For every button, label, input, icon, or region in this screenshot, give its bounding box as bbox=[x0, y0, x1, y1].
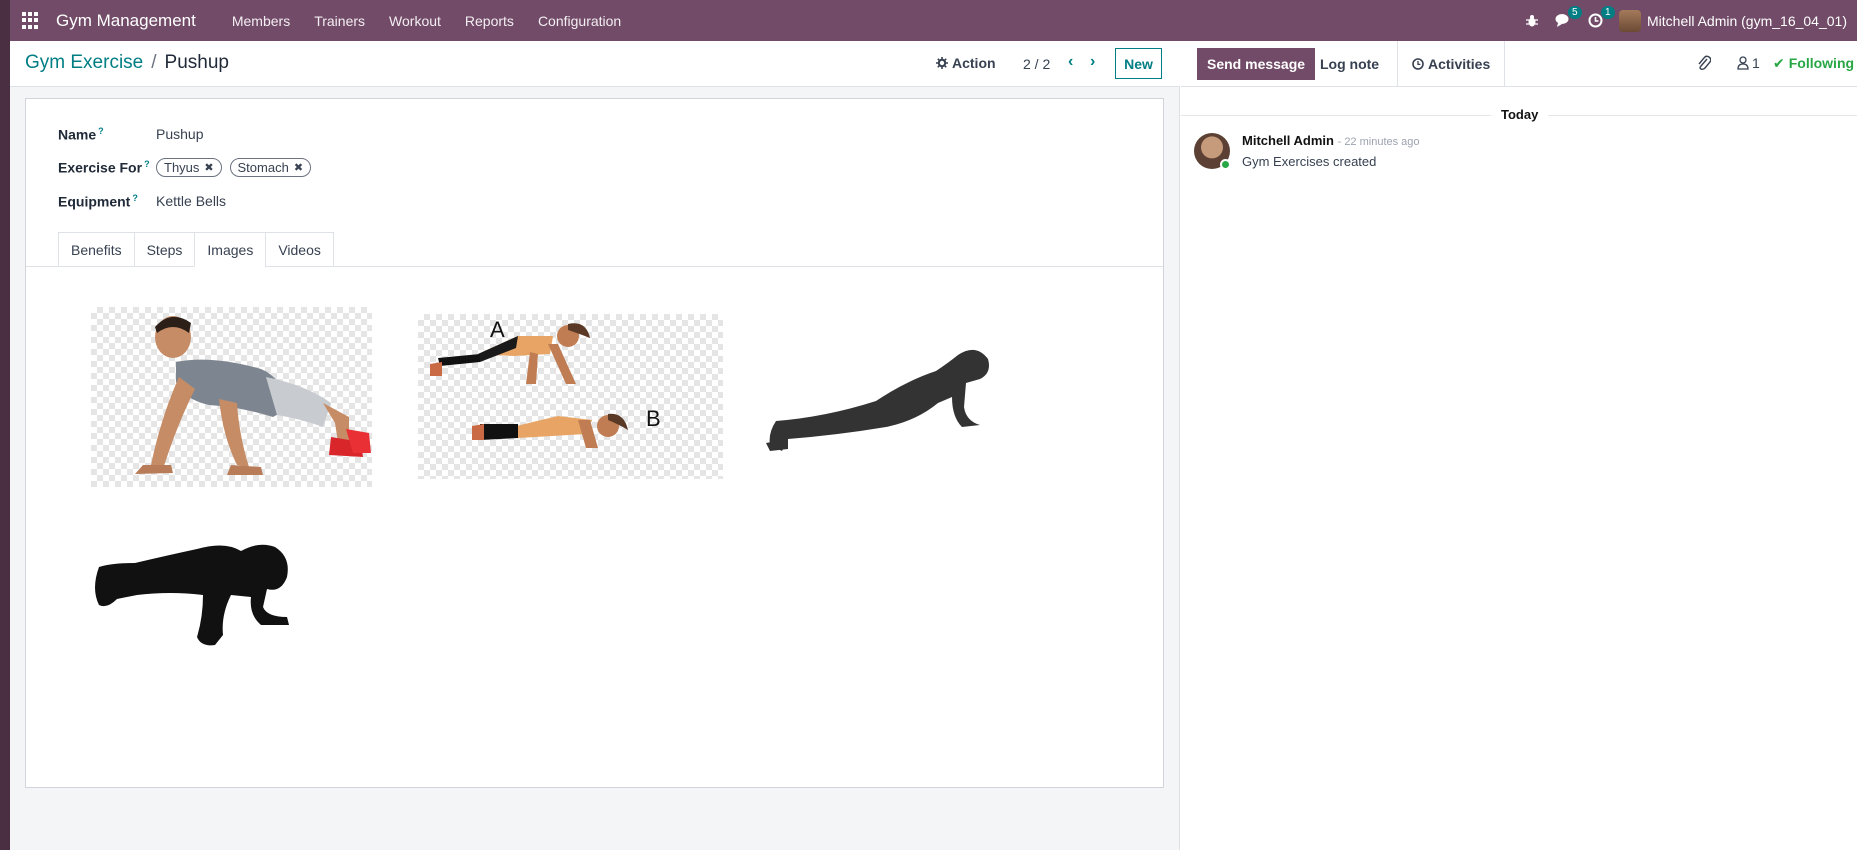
action-label: Action bbox=[952, 55, 996, 71]
pushup-image-2[interactable]: A B bbox=[418, 314, 723, 479]
pushup-image-1[interactable] bbox=[91, 307, 372, 487]
equipment-field: Equipment? Kettle Bells bbox=[58, 193, 226, 210]
exercise-for-field: Exercise For? Thyus ✖ Stomach ✖ bbox=[58, 158, 315, 177]
user-avatar bbox=[1619, 9, 1641, 32]
app-name[interactable]: Gym Management bbox=[56, 11, 196, 31]
top-navbar: Gym Management Members Trainers Workout … bbox=[10, 0, 1857, 41]
online-status-icon bbox=[1220, 159, 1231, 170]
followers-count: 1 bbox=[1752, 55, 1760, 71]
exercise-for-tags[interactable]: Thyus ✖ Stomach ✖ bbox=[156, 158, 315, 177]
breadcrumb-parent-link[interactable]: Gym Exercise bbox=[25, 52, 143, 74]
user-menu[interactable]: Mitchell Admin (gym_16_04_01) bbox=[1619, 9, 1847, 32]
breadcrumb-separator: / bbox=[151, 52, 157, 73]
pager-value[interactable]: 2 / 2 bbox=[1023, 56, 1050, 72]
activities-label: Activities bbox=[1428, 56, 1491, 72]
remove-tag-icon[interactable]: ✖ bbox=[294, 161, 303, 174]
gray-pushup-silhouette bbox=[766, 349, 989, 451]
menu-trainers[interactable]: Trainers bbox=[302, 13, 377, 29]
chatter-panel: Send message Log note Activities 1 ✔ Fol… bbox=[1181, 41, 1857, 850]
pager-next-chevron-icon[interactable]: › bbox=[1090, 53, 1095, 71]
menu-members[interactable]: Members bbox=[220, 13, 302, 29]
menu-reports[interactable]: Reports bbox=[453, 13, 526, 29]
clock-icon bbox=[1412, 58, 1424, 70]
log-note-button[interactable]: Log note bbox=[1310, 48, 1389, 80]
tab-images[interactable]: Images bbox=[194, 232, 266, 267]
notebook-tabs: Benefits Steps Images Videos bbox=[58, 232, 334, 267]
chatter-topbar: Send message Log note Activities 1 ✔ Fol… bbox=[1181, 41, 1857, 87]
help-tooltip-icon[interactable]: ? bbox=[132, 193, 138, 203]
author-avatar[interactable] bbox=[1194, 133, 1231, 170]
new-button[interactable]: New bbox=[1115, 48, 1162, 79]
form-view: Gym Exercise / Pushup Action 2 / 2 ‹ › N… bbox=[10, 41, 1180, 850]
pager-previous-chevron-icon[interactable]: ‹ bbox=[1068, 53, 1073, 71]
message-time: - 22 minutes ago bbox=[1337, 136, 1420, 148]
pushup-image-3[interactable] bbox=[766, 339, 996, 459]
pushup-image-4[interactable] bbox=[91, 533, 301, 653]
help-tooltip-icon[interactable]: ? bbox=[144, 159, 150, 169]
debug-bug-icon[interactable] bbox=[1525, 14, 1539, 28]
messages-icon[interactable]: 5 bbox=[1555, 6, 1582, 28]
date-separator: Today bbox=[1491, 107, 1549, 122]
apps-grid-icon[interactable] bbox=[22, 11, 40, 30]
breadcrumb: Gym Exercise / Pushup bbox=[25, 52, 229, 74]
name-label: Name? bbox=[58, 126, 104, 143]
check-icon: ✔ bbox=[1773, 55, 1785, 71]
followers-button[interactable]: 1 bbox=[1737, 55, 1760, 71]
gear-icon bbox=[936, 57, 948, 69]
equipment-label: Equipment? bbox=[58, 193, 138, 210]
messages-count-badge: 5 bbox=[1568, 6, 1582, 19]
message-body: Gym Exercises created bbox=[1242, 154, 1377, 169]
equipment-value[interactable]: Kettle Bells bbox=[156, 193, 226, 209]
activities-clock-icon[interactable]: 1 bbox=[1588, 6, 1615, 28]
paperclip-icon[interactable] bbox=[1697, 55, 1712, 75]
activities-button[interactable]: Activities bbox=[1397, 41, 1506, 87]
woman-pushup-ab-illustration bbox=[430, 323, 628, 448]
menu-configuration[interactable]: Configuration bbox=[526, 13, 633, 29]
menu-workout[interactable]: Workout bbox=[377, 13, 453, 29]
tag-thyus: Thyus ✖ bbox=[156, 158, 222, 177]
tab-benefits[interactable]: Benefits bbox=[58, 232, 134, 267]
message-content: Mitchell Admin - 22 minutes ago Gym Exer… bbox=[1242, 133, 1420, 169]
tag-stomach: Stomach ✖ bbox=[229, 158, 312, 177]
chatter-message: Mitchell Admin - 22 minutes ago Gym Exer… bbox=[1194, 133, 1420, 170]
name-value[interactable]: Pushup bbox=[156, 126, 203, 142]
black-pushup-silhouette bbox=[95, 544, 289, 646]
tab-videos[interactable]: Videos bbox=[265, 232, 334, 267]
user-name: Mitchell Admin (gym_16_04_01) bbox=[1647, 12, 1847, 29]
remove-tag-icon[interactable]: ✖ bbox=[204, 161, 213, 174]
message-author[interactable]: Mitchell Admin bbox=[1242, 133, 1334, 148]
breadcrumb-current: Pushup bbox=[164, 52, 229, 73]
send-message-button[interactable]: Send message bbox=[1197, 48, 1316, 80]
tab-steps[interactable]: Steps bbox=[133, 232, 195, 267]
user-icon bbox=[1737, 56, 1749, 70]
man-pushup-illustration bbox=[135, 316, 371, 475]
activities-count-badge: 1 bbox=[1601, 6, 1615, 19]
help-tooltip-icon[interactable]: ? bbox=[98, 126, 104, 136]
image-label-a: A bbox=[490, 317, 505, 342]
name-field: Name? Pushup bbox=[58, 126, 203, 143]
exercise-for-label: Exercise For? bbox=[58, 159, 150, 176]
main-menu: Members Trainers Workout Reports Configu… bbox=[220, 13, 633, 29]
window-edge bbox=[0, 0, 10, 850]
action-button[interactable]: Action bbox=[936, 55, 996, 71]
following-label: Following bbox=[1788, 55, 1855, 71]
image-label-b: B bbox=[646, 406, 661, 431]
control-panel: Gym Exercise / Pushup Action 2 / 2 ‹ › N… bbox=[10, 41, 1180, 87]
systray: 5 1 Mitchell Admin (gym_16_04_01) bbox=[1525, 6, 1857, 32]
following-button[interactable]: ✔ Following bbox=[1773, 55, 1854, 72]
form-sheet: Name? Pushup Exercise For? Thyus ✖ Stomac… bbox=[25, 98, 1164, 788]
screen: Gym Management Members Trainers Workout … bbox=[10, 0, 1857, 850]
